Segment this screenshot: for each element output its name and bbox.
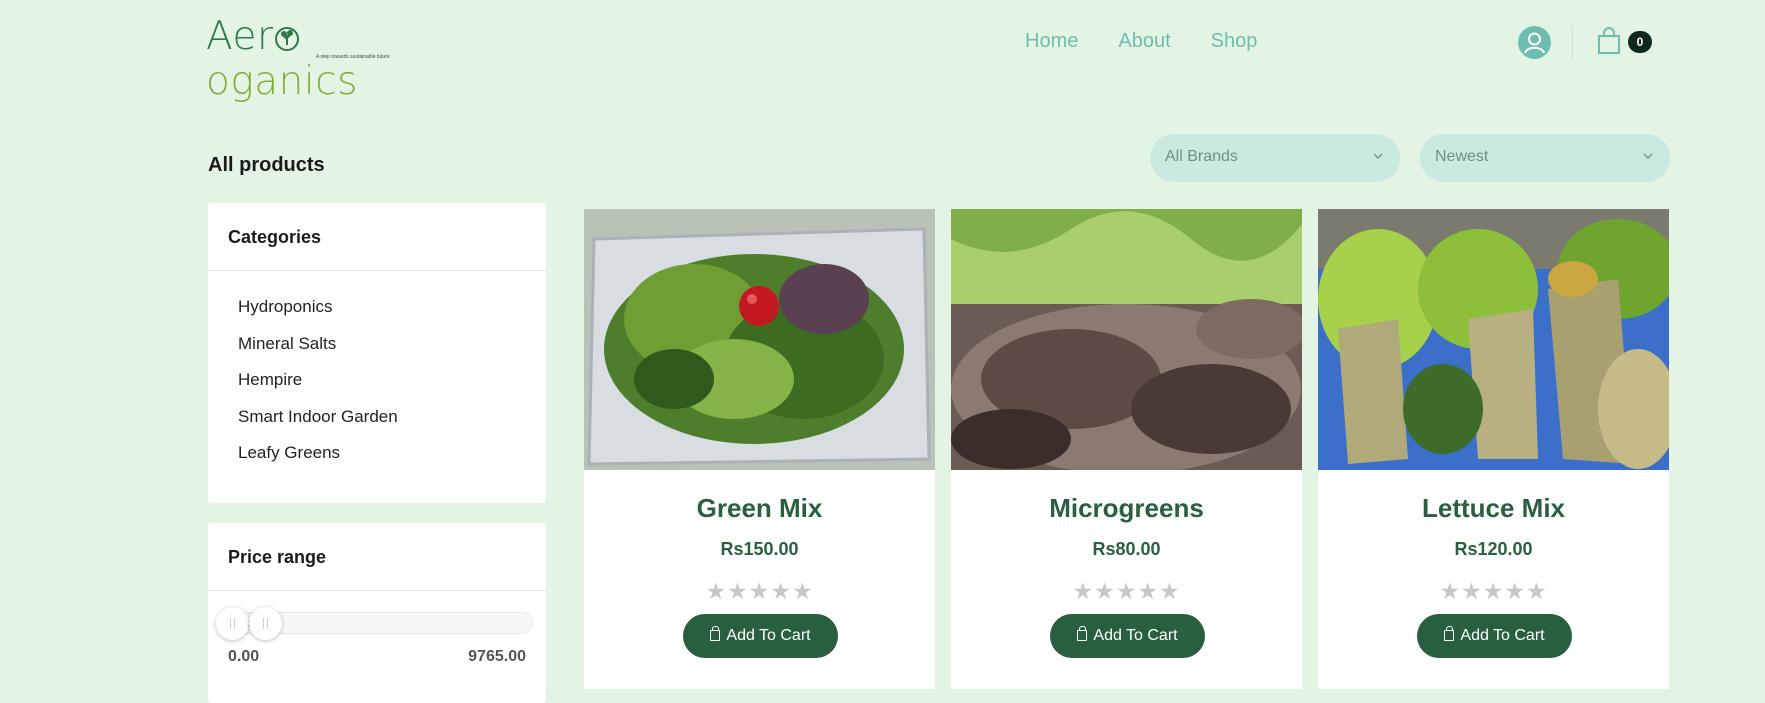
bag-icon (1444, 626, 1455, 641)
product-price: Rs150.00 (720, 539, 799, 559)
nav-about[interactable]: About (1118, 30, 1170, 53)
star-icon: ★ (748, 578, 771, 604)
tree-logo-icon (274, 27, 299, 51)
star-icon: ★ (1137, 578, 1159, 604)
star-icon: ★ (1439, 578, 1462, 604)
star-rating: ★★★★★ (951, 578, 1302, 605)
brands-select[interactable]: All Brands (1150, 134, 1400, 182)
star-icon: ★ (1115, 578, 1138, 604)
star-icon: ★ (727, 578, 749, 604)
product-card[interactable]: Lettuce Mix Rs120.00 ★★★★★ Add To Cart (1318, 209, 1669, 689)
star-icon: ★ (1504, 578, 1526, 604)
main-nav: Home About Shop (1025, 30, 1297, 53)
add-to-cart-button[interactable]: Add To Cart (1417, 614, 1572, 658)
price-range-title: Price range (228, 547, 327, 567)
star-icon: ★ (791, 578, 814, 604)
categories-panel: Categories Hydroponics Mineral Salts Hem… (208, 203, 546, 503)
brand-tagline: A step towards sustainable future (316, 54, 390, 60)
nav-home[interactable]: Home (1025, 30, 1078, 53)
category-item-mineral-salts[interactable]: Mineral Salts (238, 334, 398, 371)
add-to-cart-button[interactable]: Add To Cart (683, 614, 838, 658)
category-item-leafy-greens[interactable]: Leafy Greens (238, 443, 398, 480)
product-name[interactable]: Green Mix (584, 493, 935, 524)
brand-name-part1: Aer (206, 14, 274, 59)
bag-icon (710, 626, 721, 641)
price-max-value: 9765.00 (468, 648, 526, 665)
star-icon: ★ (1158, 578, 1181, 604)
star-icon: ★ (770, 578, 792, 604)
header-divider (1572, 26, 1573, 60)
sort-select-value: Newest (1435, 148, 1489, 165)
product-card[interactable]: Microgreens Rs80.00 ★★★★★ Add To Cart (951, 209, 1302, 689)
panel-divider (208, 590, 546, 591)
sort-select[interactable]: Newest (1420, 134, 1670, 182)
nav-shop[interactable]: Shop (1211, 30, 1258, 53)
product-image-green-mix[interactable] (584, 209, 935, 470)
product-price: Rs120.00 (1454, 539, 1533, 559)
product-price: Rs80.00 (1092, 539, 1161, 559)
star-rating: ★★★★★ (1318, 578, 1669, 605)
product-name[interactable]: Microgreens (951, 493, 1302, 524)
add-to-cart-label: Add To Cart (1460, 627, 1545, 644)
category-item-hempire[interactable]: Hempire (238, 370, 398, 407)
star-icon: ★ (1482, 578, 1505, 604)
brand-name-part2: oganics (206, 59, 358, 104)
star-icon: ★ (1094, 578, 1116, 604)
star-icon: ★ (1461, 578, 1483, 604)
price-max-handle[interactable] (249, 607, 282, 640)
product-image-lettuce-mix[interactable] (1318, 209, 1669, 470)
user-icon[interactable] (1518, 26, 1551, 59)
chevron-down-icon (1643, 153, 1653, 159)
cart-icon[interactable] (1597, 27, 1621, 55)
bag-icon (1077, 626, 1088, 641)
add-to-cart-label: Add To Cart (726, 627, 811, 644)
star-icon: ★ (1525, 578, 1548, 604)
page-title: All products (208, 154, 325, 176)
category-item-smart-indoor-garden[interactable]: Smart Indoor Garden (238, 407, 398, 444)
categories-title: Categories (228, 227, 322, 247)
brands-select-value: All Brands (1165, 148, 1238, 165)
chevron-down-icon (1373, 153, 1383, 159)
price-min-handle[interactable] (216, 607, 249, 640)
panel-divider (208, 270, 546, 271)
add-to-cart-button[interactable]: Add To Cart (1050, 614, 1205, 658)
product-name[interactable]: Lettuce Mix (1318, 493, 1669, 524)
price-range-panel: Price range 0.00 9765.00 (208, 523, 546, 703)
price-min-value: 0.00 (228, 648, 260, 665)
star-icon: ★ (705, 578, 728, 604)
star-rating: ★★★★★ (584, 578, 935, 605)
category-item-hydroponics[interactable]: Hydroponics (238, 297, 398, 334)
add-to-cart-label: Add To Cart (1093, 627, 1178, 644)
cart-count-badge: 0 (1628, 31, 1652, 53)
category-list: Hydroponics Mineral Salts Hempire Smart … (238, 297, 398, 480)
brand-logo[interactable]: Aeroganics A step towards sustainable fu… (206, 14, 396, 104)
product-card[interactable]: Green Mix Rs150.00 ★★★★★ Add To Cart (584, 209, 935, 689)
product-image-microgreens[interactable] (951, 209, 1302, 470)
star-icon: ★ (1072, 578, 1095, 604)
